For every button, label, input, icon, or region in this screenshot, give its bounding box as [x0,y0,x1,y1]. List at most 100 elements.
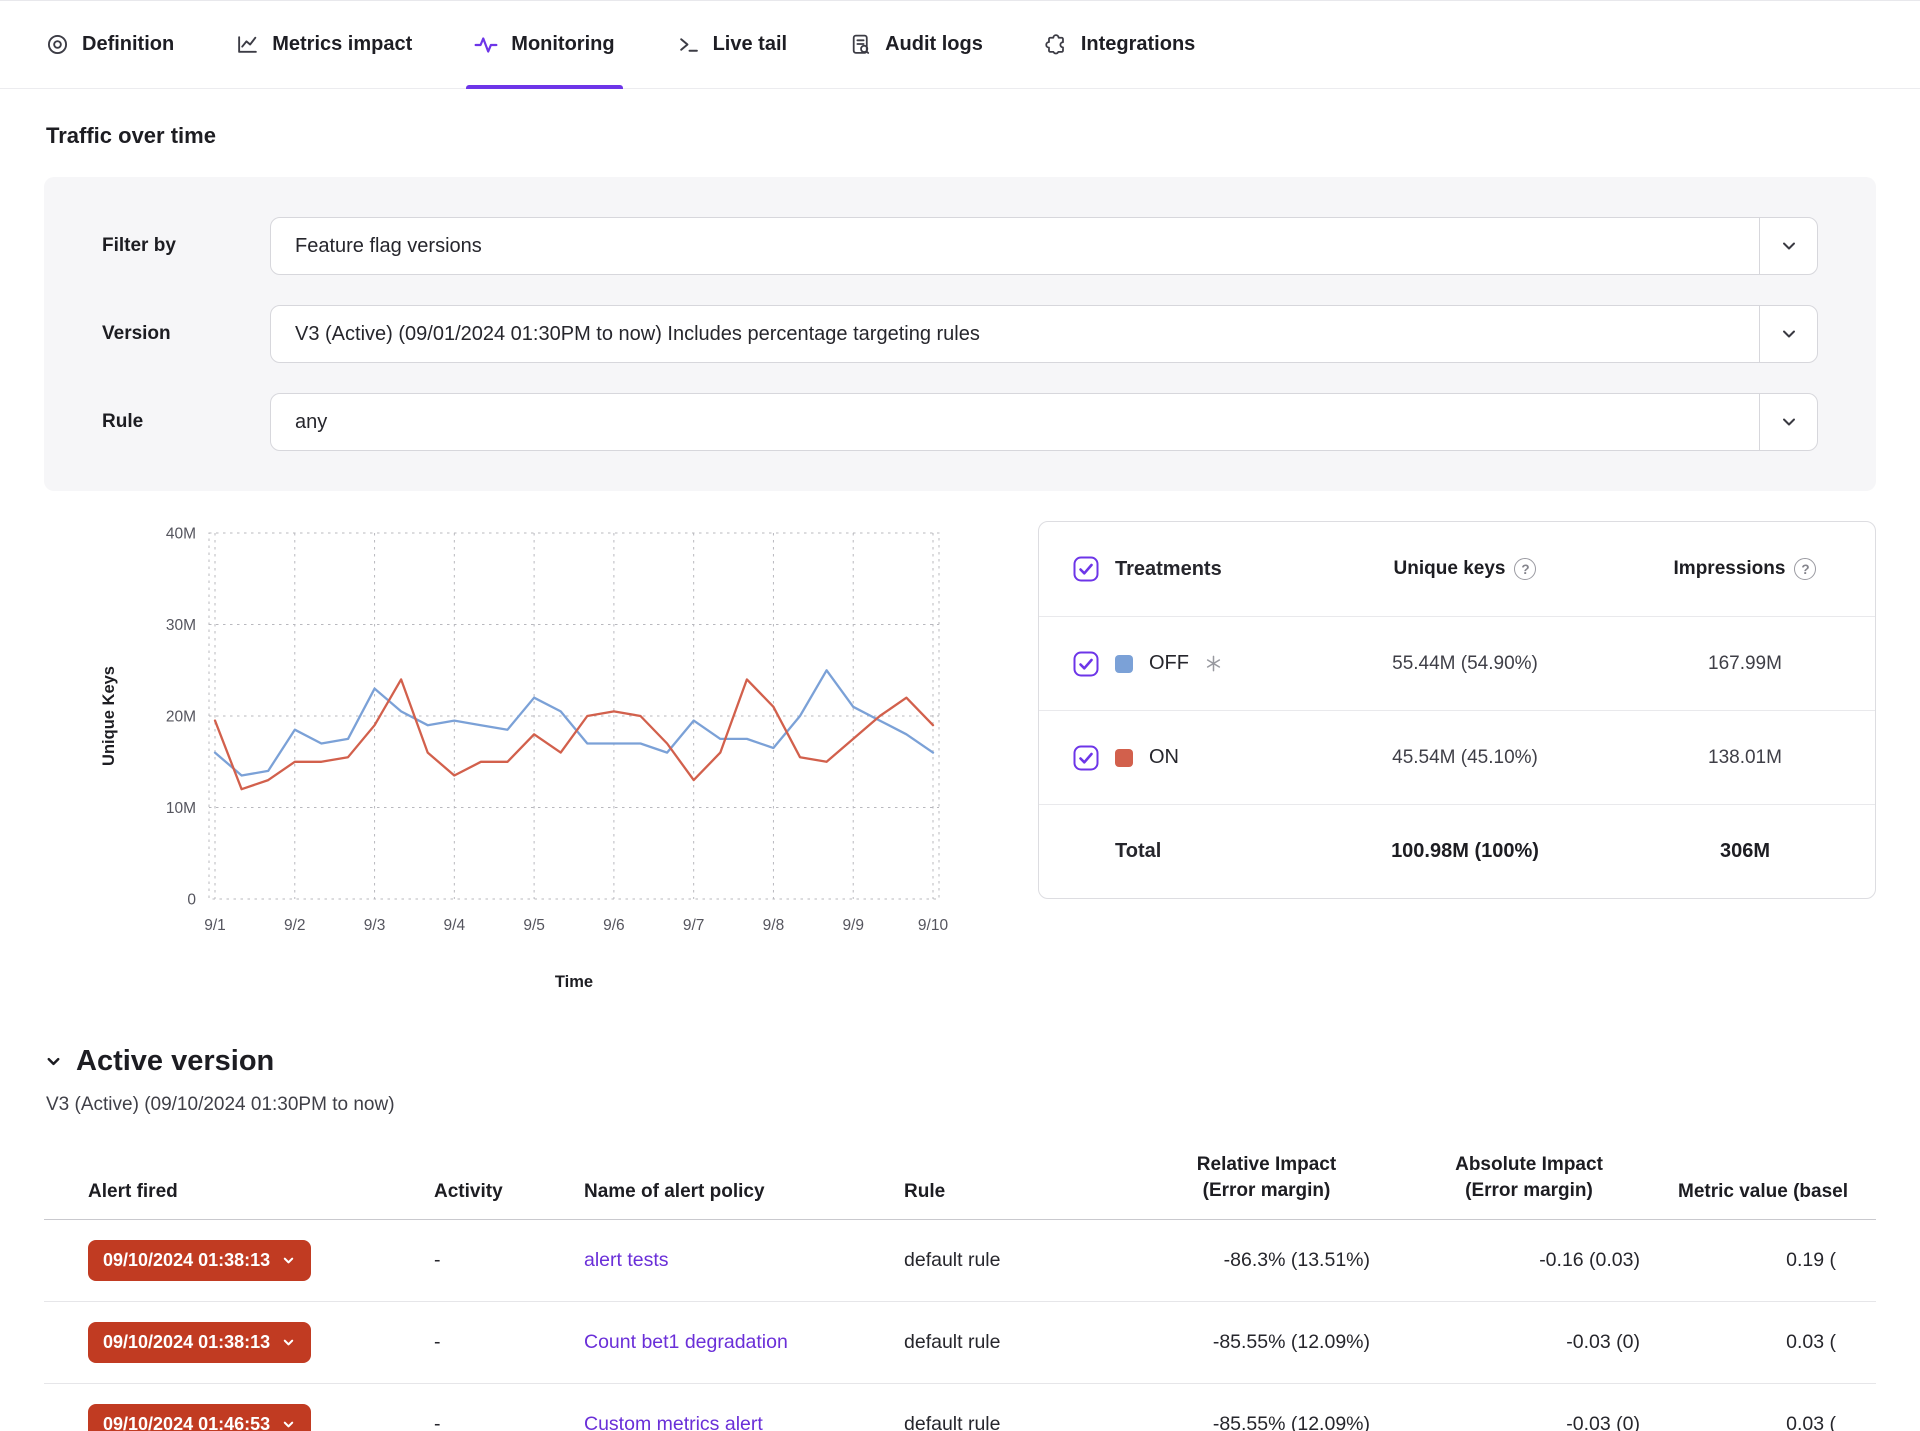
tab-label: Integrations [1081,33,1195,56]
treatments-total-row: Total 100.98M (100%) 306M [1039,804,1875,898]
off-series-swatch [1115,655,1133,673]
metrics-impact-icon [236,33,259,56]
relative-impact-header: Relative Impact (Error margin) [1139,1152,1394,1203]
alert-metric-value: 0.03 ( [1664,1413,1876,1431]
tab-label: Metrics impact [272,33,412,56]
rule-value: any [271,411,1759,434]
alert-absolute-impact: -0.03 (0) [1394,1331,1664,1354]
live-tail-icon [677,33,700,56]
help-icon[interactable]: ? [1794,558,1816,580]
integrations-icon [1045,33,1068,56]
tab-metrics-impact[interactable]: Metrics impact [236,1,412,88]
tab-integrations[interactable]: Integrations [1045,1,1195,88]
alert-fired-badge[interactable]: 09/10/2024 01:46:53 [88,1404,311,1431]
chevron-down-icon [281,1253,296,1268]
alert-activity: - [434,1249,584,1272]
alert-policy-link[interactable]: Custom metrics alert [584,1413,763,1431]
rule-header: Rule [904,1181,1139,1203]
alerts-table: Alert fired Activity Name of alert polic… [44,1152,1876,1431]
svg-text:Unique Keys: Unique Keys [100,666,118,766]
treatment-off-checkbox[interactable] [1073,651,1099,677]
on-impressions: 138.01M [1615,747,1875,769]
tab-label: Audit logs [885,33,983,56]
chevron-down-icon [44,1052,63,1071]
svg-text:9/10: 9/10 [918,917,949,934]
svg-text:10M: 10M [166,800,196,817]
svg-text:9/8: 9/8 [763,917,785,934]
alert-fired-badge[interactable]: 09/10/2024 01:38:13 [88,1240,311,1281]
treatments-column-header: Treatments [1115,558,1222,581]
svg-text:9/9: 9/9 [842,917,864,934]
treatment-on-checkbox[interactable] [1073,745,1099,771]
version-label: Version [102,323,270,345]
absolute-impact-header: Absolute Impact (Error margin) [1394,1152,1664,1203]
svg-text:9/2: 9/2 [284,917,306,934]
on-series-swatch [1115,749,1133,767]
treatments-panel: Treatments Unique keys ? Impressions ? [1038,521,1876,899]
unique-keys-column-header: Unique keys [1394,558,1506,580]
audit-logs-icon [849,33,872,56]
active-version-toggle[interactable]: Active version [44,1045,1876,1078]
traffic-section: 010M20M30M40M9/19/29/39/49/59/69/79/89/9… [44,519,1876,997]
version-value: V3 (Active) (09/01/2024 01:30PM to now) … [271,323,1759,346]
alert-metric-value: 0.03 ( [1664,1331,1876,1354]
svg-text:0: 0 [187,892,196,909]
active-version-section: Active version V3 (Active) (09/10/2024 0… [44,1045,1876,1116]
alert-fired-badge[interactable]: 09/10/2024 01:38:13 [88,1322,311,1363]
svg-text:9/4: 9/4 [444,917,466,934]
alert-activity: - [434,1413,584,1431]
alert-row: 09/10/2024 01:38:13 - Count bet1 degrada… [44,1302,1876,1384]
rule-select[interactable]: any [270,393,1818,451]
traffic-line-chart: 010M20M30M40M9/19/29/39/49/59/69/79/89/9… [44,519,994,997]
alert-relative-impact: -85.55% (12.09%) [1139,1413,1394,1431]
svg-text:9/1: 9/1 [204,917,226,934]
chevron-down-icon[interactable] [1759,394,1817,450]
tab-definition[interactable]: Definition [46,1,174,88]
frozen-icon [1205,655,1222,672]
svg-text:9/7: 9/7 [683,917,705,934]
chevron-down-icon[interactable] [1759,218,1817,274]
svg-text:20M: 20M [166,709,196,726]
alert-policy-link[interactable]: Count bet1 degradation [584,1331,788,1353]
alert-absolute-impact: -0.03 (0) [1394,1413,1664,1431]
alert-relative-impact: -86.3% (13.51%) [1139,1249,1394,1272]
off-unique-keys: 55.44M (54.90%) [1315,653,1615,675]
filter-by-value: Feature flag versions [271,235,1759,258]
rule-row: Rule any [102,393,1818,451]
traffic-chart: 010M20M30M40M9/19/29/39/49/59/69/79/89/9… [44,519,994,997]
chevron-down-icon [281,1335,296,1350]
definition-icon [46,33,69,56]
filter-by-select[interactable]: Feature flag versions [270,217,1818,275]
alert-activity: - [434,1331,584,1354]
treatments-select-all-checkbox[interactable] [1073,556,1099,582]
tab-audit-logs[interactable]: Audit logs [849,1,983,88]
chevron-down-icon[interactable] [1759,306,1817,362]
policy-header: Name of alert policy [584,1181,904,1203]
svg-text:Time: Time [555,973,593,991]
version-row: Version V3 (Active) (09/01/2024 01:30PM … [102,305,1818,363]
help-icon[interactable]: ? [1514,558,1536,580]
treatment-name: OFF [1149,652,1189,675]
impressions-column-header: Impressions [1674,558,1786,580]
treatment-name: ON [1149,746,1179,769]
total-label: Total [1115,840,1161,863]
metric-value-header: Metric value (basel [1664,1181,1876,1203]
filter-by-label: Filter by [102,235,270,257]
alert-policy-link[interactable]: alert tests [584,1249,669,1271]
tab-monitoring[interactable]: Monitoring [474,1,614,88]
alert-row: 09/10/2024 01:38:13 - alert tests defaul… [44,1220,1876,1302]
tab-live-tail[interactable]: Live tail [677,1,787,88]
alert-metric-value: 0.19 ( [1664,1249,1876,1272]
alerts-header-row: Alert fired Activity Name of alert polic… [44,1152,1876,1220]
alert-absolute-impact: -0.16 (0.03) [1394,1249,1664,1272]
svg-text:30M: 30M [166,617,196,634]
version-select[interactable]: V3 (Active) (09/01/2024 01:30PM to now) … [270,305,1818,363]
alert-rule: default rule [904,1413,1139,1431]
tab-label: Live tail [713,33,787,56]
filter-panel: Filter by Feature flag versions Version … [44,177,1876,491]
treatments-header-row: Treatments Unique keys ? Impressions ? [1039,522,1875,616]
tab-label: Definition [82,33,174,56]
total-unique-keys: 100.98M (100%) [1315,840,1615,863]
chevron-down-icon [281,1417,296,1431]
total-impressions: 306M [1615,840,1875,863]
